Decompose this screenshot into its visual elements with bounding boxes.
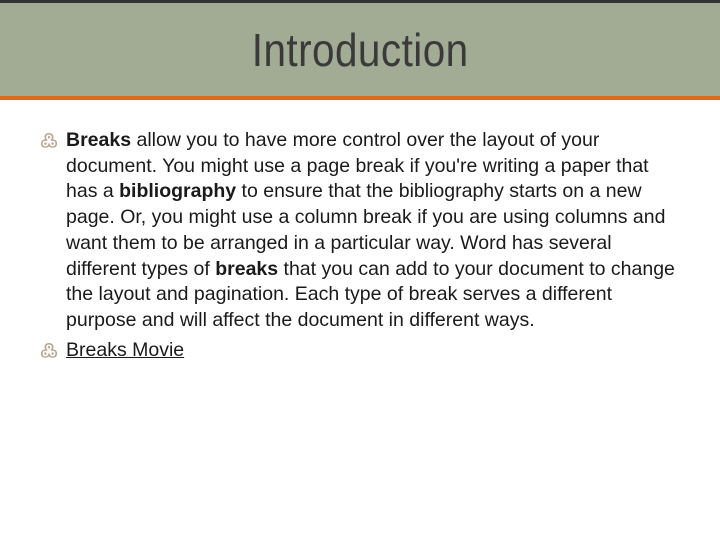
bold-text: bibliography [119,180,236,202]
list-item-text: Breaks allow you to have more control ov… [66,128,682,334]
page-title: Introduction [252,23,469,77]
link[interactable]: Breaks Movie [66,339,184,361]
title-band: Introduction [0,0,720,100]
list-item: ߷ Breaks allow you to have more control … [40,128,682,334]
list-item: ߷ Breaks Movie [40,338,682,365]
list-item-text[interactable]: Breaks Movie [66,338,682,364]
bold-text: breaks [215,258,278,280]
bullet-icon: ߷ [40,338,66,365]
bold-text: Breaks [66,129,131,151]
bullet-icon: ߷ [40,128,66,155]
content-area: ߷ Breaks allow you to have more control … [0,100,720,389]
